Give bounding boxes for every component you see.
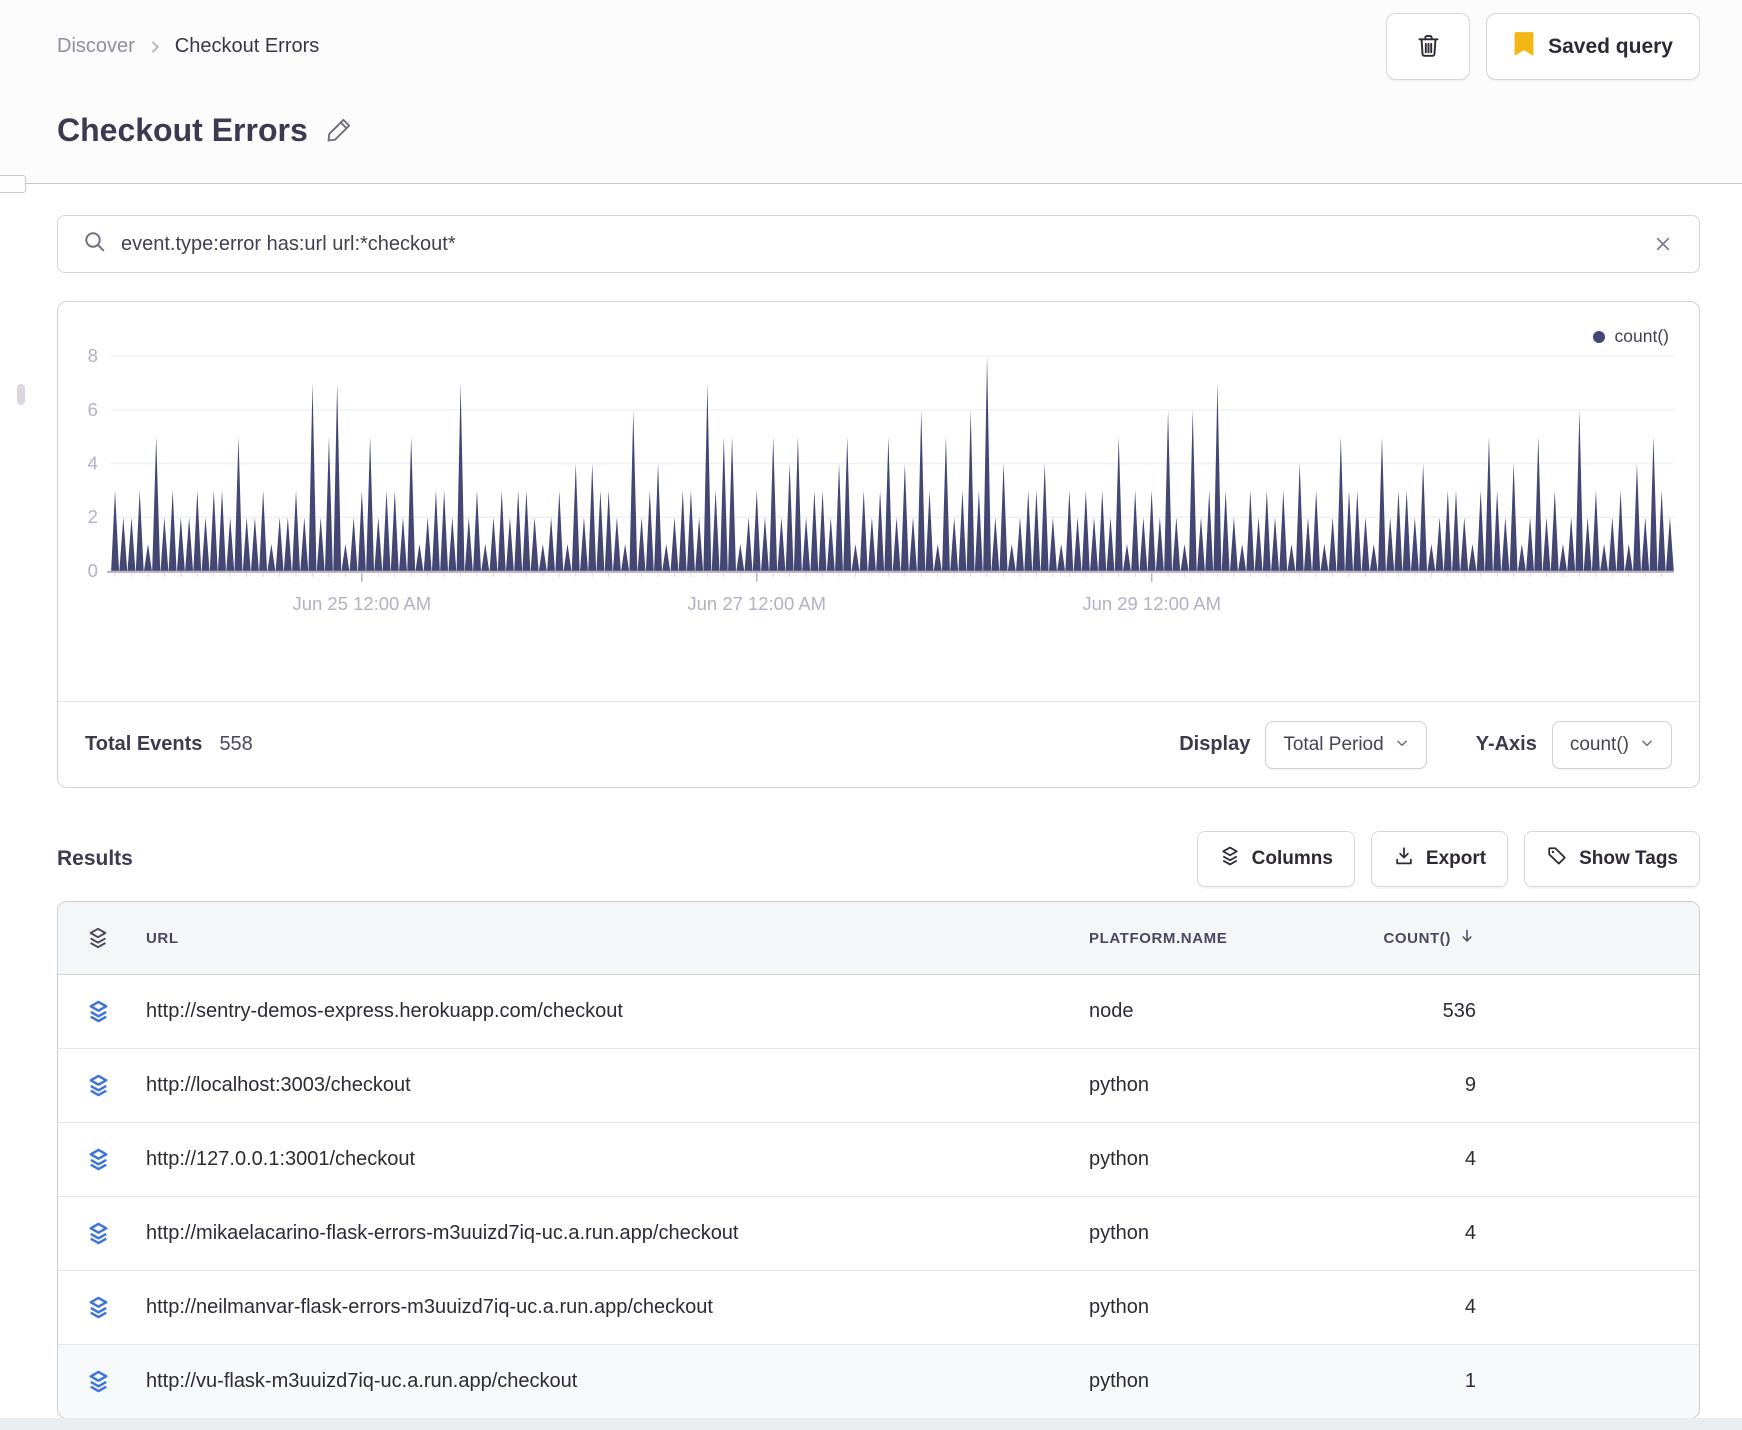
content-divider <box>0 175 1742 193</box>
results-table: URL PLATFORM.NAME COUNT() http://sentry-… <box>57 901 1700 1419</box>
cell-url: http://localhost:3003/checkout <box>146 1074 411 1096</box>
legend-item-count[interactable]: count() <box>1592 326 1669 347</box>
results-heading: Results <box>57 847 133 870</box>
scrollbar-thumb[interactable] <box>17 384 25 405</box>
search-bar <box>57 215 1700 273</box>
cell-count: 1 <box>1464 1370 1476 1392</box>
layers-icon <box>1219 845 1241 873</box>
row-actions-layers-icon[interactable] <box>58 1295 146 1320</box>
delete-saved-query-button[interactable] <box>1386 13 1471 80</box>
download-icon <box>1393 845 1415 873</box>
cell-url: http://mikaelacarino-flask-errors-m3uuiz… <box>146 1222 739 1244</box>
events-bar-chart[interactable]: 0 2 4 6 8 Jun 25 12:00 AM Jun 27 12:00 AM Jun 2… <box>58 302 1699 701</box>
export-button-label: Export <box>1425 848 1487 869</box>
cell-count: 536 <box>1442 1000 1476 1022</box>
cell-platform: node <box>1089 1000 1134 1022</box>
cell-url: http://neilmanvar-flask-errors-m3uuizd7i… <box>146 1296 713 1318</box>
edit-pencil-icon[interactable] <box>324 115 354 145</box>
trash-icon <box>1415 32 1442 62</box>
cell-platform: python <box>1089 1074 1150 1096</box>
sort-descending-icon <box>1458 927 1476 949</box>
total-events-value: 558 <box>219 733 253 755</box>
search-icon <box>83 230 107 259</box>
page-header: Discover Checkout Errors Saved query Che… <box>0 0 1742 183</box>
table-body: http://sentry-demos-express.herokuapp.co… <box>58 975 1699 1418</box>
display-dropdown[interactable]: Total Period <box>1265 720 1427 769</box>
cell-platform: python <box>1089 1296 1150 1318</box>
cell-count: 4 <box>1464 1296 1476 1318</box>
column-header-count[interactable]: COUNT() <box>1349 927 1699 949</box>
panel-collapse-handle[interactable] <box>0 175 26 193</box>
svg-text:0: 0 <box>88 560 98 581</box>
clear-search-icon[interactable] <box>1654 235 1672 253</box>
row-actions-layers-icon[interactable] <box>58 1147 146 1172</box>
svg-text:4: 4 <box>88 453 98 474</box>
cell-platform: python <box>1089 1370 1150 1392</box>
table-row: http://127.0.0.1:3001/checkout python 4 <box>58 1122 1699 1196</box>
cell-url: http://sentry-demos-express.herokuapp.co… <box>146 1000 623 1022</box>
saved-query-button[interactable]: Saved query <box>1486 13 1700 80</box>
cell-url: http://127.0.0.1:3001/checkout <box>146 1148 416 1170</box>
total-events-label: Total Events <box>85 733 203 755</box>
tag-icon <box>1546 845 1568 873</box>
svg-text:6: 6 <box>88 399 98 420</box>
chevron-down-icon <box>1395 734 1409 756</box>
table-row: http://neilmanvar-flask-errors-m3uuizd7i… <box>58 1270 1699 1344</box>
show-tags-button-label: Show Tags <box>1579 848 1678 869</box>
breadcrumb-discover[interactable]: Discover <box>57 35 135 58</box>
table-row: http://sentry-demos-express.herokuapp.co… <box>58 975 1699 1048</box>
bookmark-icon <box>1513 31 1535 63</box>
y-axis-dropdown[interactable]: count() <box>1551 720 1672 769</box>
columns-button[interactable]: Columns <box>1196 831 1355 887</box>
columns-button-label: Columns <box>1251 848 1333 869</box>
column-header-url[interactable]: URL <box>146 930 1089 947</box>
column-header-platform[interactable]: PLATFORM.NAME <box>1089 930 1349 947</box>
legend-dot <box>1592 330 1605 343</box>
svg-text:Jun 29 12:00 AM: Jun 29 12:00 AM <box>1082 593 1221 614</box>
layers-icon[interactable] <box>58 926 146 950</box>
chevron-right-icon <box>147 39 163 55</box>
display-dropdown-value: Total Period <box>1283 733 1384 755</box>
page-title: Checkout Errors <box>57 112 308 148</box>
page-bottom-strip <box>0 1418 1742 1430</box>
cell-platform: python <box>1089 1148 1150 1170</box>
table-row: http://mikaelacarino-flask-errors-m3uuiz… <box>58 1196 1699 1270</box>
row-actions-layers-icon[interactable] <box>58 1221 146 1246</box>
svg-text:Jun 27 12:00 AM: Jun 27 12:00 AM <box>687 593 826 614</box>
cell-count: 4 <box>1464 1222 1476 1244</box>
svg-text:8: 8 <box>88 345 98 366</box>
events-chart-panel: 0 2 4 6 8 Jun 25 12:00 AM Jun 27 12:00 AM Jun 2… <box>57 301 1700 788</box>
breadcrumb-current-page: Checkout Errors <box>174 35 320 57</box>
table-header-row: URL PLATFORM.NAME COUNT() <box>58 902 1699 975</box>
cell-url: http://vu-flask-m3uuizd7iq-uc.a.run.app/… <box>146 1370 578 1392</box>
export-button[interactable]: Export <box>1370 831 1509 887</box>
legend-label: count() <box>1614 326 1669 346</box>
cell-count: 4 <box>1464 1148 1476 1170</box>
show-tags-button[interactable]: Show Tags <box>1524 831 1700 887</box>
breadcrumb: Discover Checkout Errors <box>57 35 319 58</box>
y-axis-label: Y-Axis <box>1475 733 1537 755</box>
chevron-down-icon <box>1640 734 1654 756</box>
table-row: http://vu-flask-m3uuizd7iq-uc.a.run.app/… <box>58 1344 1699 1418</box>
table-row: http://localhost:3003/checkout python 9 <box>58 1048 1699 1122</box>
saved-query-label: Saved query <box>1548 34 1673 58</box>
display-label: Display <box>1179 733 1251 755</box>
cell-count: 9 <box>1464 1074 1476 1096</box>
svg-text:Jun 25 12:00 AM: Jun 25 12:00 AM <box>293 593 432 614</box>
chart-area: 0 2 4 6 8 Jun 25 12:00 AM Jun 27 12:00 AM Jun 2… <box>58 302 1699 701</box>
cell-platform: python <box>1089 1222 1150 1244</box>
svg-text:2: 2 <box>88 506 98 527</box>
row-actions-layers-icon[interactable] <box>58 1369 146 1394</box>
row-actions-layers-icon[interactable] <box>58 999 146 1024</box>
y-axis-dropdown-value: count() <box>1569 733 1629 755</box>
chart-footer: Total Events 558 Display Total Period Y-… <box>58 701 1699 787</box>
search-input[interactable] <box>121 232 1640 256</box>
row-actions-layers-icon[interactable] <box>58 1073 146 1098</box>
